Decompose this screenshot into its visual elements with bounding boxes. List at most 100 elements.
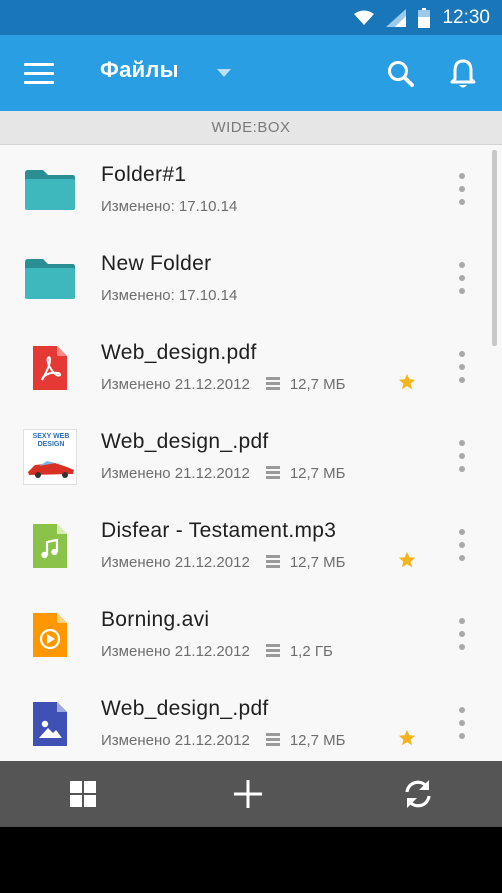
- search-icon[interactable]: [382, 55, 420, 93]
- more-dot: [459, 173, 465, 179]
- more-dot: [459, 466, 465, 472]
- file-name: Folder#1: [101, 163, 187, 186]
- more-dot: [459, 542, 465, 548]
- grid-view-icon[interactable]: [64, 775, 102, 813]
- system-navigation-area: [0, 827, 502, 893]
- thumbnail-text: SEXY WEB DESIGN: [32, 433, 70, 448]
- more-options-button[interactable]: [450, 616, 474, 652]
- storage-size-icon: [265, 644, 280, 657]
- more-options-button[interactable]: [450, 705, 474, 741]
- storage-size-icon: [265, 377, 280, 390]
- more-dot: [459, 186, 465, 192]
- file-name: Web_design.pdf: [101, 341, 257, 364]
- file-name: Web_design_.pdf: [101, 697, 269, 720]
- file-list: Folder#1 Изменено: 17.10.14 New Folder И…: [0, 145, 502, 761]
- file-size: 1,2 ГБ: [289, 642, 333, 660]
- image-file-icon: [22, 694, 78, 754]
- menu-icon-line: [24, 71, 54, 75]
- more-dot: [459, 644, 465, 650]
- more-dot: [459, 555, 465, 561]
- audio-file-icon: [22, 516, 78, 576]
- more-dot: [459, 733, 465, 739]
- file-name: Borning.avi: [101, 608, 210, 631]
- more-dot: [459, 262, 465, 268]
- more-dot: [459, 453, 465, 459]
- more-dot: [459, 440, 465, 446]
- folder-icon: [22, 160, 78, 220]
- file-row-borning-avi[interactable]: Borning.avi Изменено 21.12.2012 1,2 ГБ: [0, 590, 502, 679]
- sync-icon[interactable]: [399, 775, 437, 813]
- more-dot: [459, 199, 465, 205]
- file-row-disfear-mp3[interactable]: Disfear - Testament.mp3 Изменено 21.12.2…: [0, 501, 502, 590]
- file-modified: Изменено 21.12.2012: [101, 553, 250, 571]
- file-name: New Folder: [101, 252, 212, 275]
- more-dot: [459, 720, 465, 726]
- file-row-new-folder[interactable]: New Folder Изменено: 17.10.14: [0, 234, 502, 323]
- more-dot: [459, 351, 465, 357]
- more-dot: [459, 377, 465, 383]
- file-meta: Изменено 21.12.2012 1,2 ГБ: [101, 641, 333, 661]
- more-dot: [459, 364, 465, 370]
- file-name: Disfear - Testament.mp3: [101, 519, 337, 542]
- file-meta: Изменено 21.12.2012 12,7 МБ: [101, 730, 346, 750]
- file-size: 12,7 МБ: [289, 731, 346, 749]
- file-modified: Изменено: 17.10.14: [101, 286, 238, 304]
- dropdown-icon[interactable]: [212, 65, 236, 81]
- star-icon[interactable]: [398, 729, 416, 747]
- file-meta: Изменено 21.12.2012 12,7 МБ: [101, 463, 346, 483]
- file-name: Web_design_.pdf: [101, 430, 269, 453]
- more-options-button[interactable]: [450, 260, 474, 296]
- file-modified: Изменено 21.12.2012: [101, 731, 250, 749]
- file-meta: Изменено: 17.10.14: [101, 196, 237, 216]
- folder-icon: [22, 249, 78, 309]
- file-modified: Изменено 21.12.2012: [101, 642, 250, 660]
- more-options-button[interactable]: [450, 527, 474, 563]
- file-row-web-design-thumbnail[interactable]: SEXY WEB DESIGN Web_design_.pdf Изменено…: [0, 412, 502, 501]
- status-bar: 12:30: [0, 0, 502, 35]
- list-scrollbar[interactable]: [492, 150, 497, 346]
- menu-button[interactable]: [20, 55, 58, 91]
- file-row-web-design-image[interactable]: Web_design_.pdf Изменено 21.12.2012 12,7…: [0, 679, 502, 761]
- storage-size-icon: [265, 733, 280, 746]
- bell-icon[interactable]: [444, 55, 482, 93]
- file-row-web-design-pdf[interactable]: Web_design.pdf Изменено 21.12.2012 12,7 …: [0, 323, 502, 412]
- file-size: 12,7 МБ: [289, 375, 346, 393]
- pdf-file-icon: [22, 338, 78, 398]
- menu-icon-line: [24, 80, 54, 84]
- more-dot: [459, 288, 465, 294]
- wifi-icon: [354, 10, 375, 25]
- file-modified: Изменено: 17.10.14: [101, 197, 238, 215]
- more-options-button[interactable]: [450, 438, 474, 474]
- file-size: 12,7 МБ: [289, 553, 346, 571]
- more-dot: [459, 631, 465, 637]
- more-dot: [459, 529, 465, 535]
- book-cover-thumbnail: SEXY WEB DESIGN: [23, 429, 77, 485]
- storage-size-icon: [265, 466, 280, 479]
- storage-section-header: WIDE:BOX: [0, 111, 502, 145]
- bottom-toolbar: [0, 761, 502, 827]
- more-options-button[interactable]: [450, 349, 474, 385]
- app-title[interactable]: Файлы: [100, 57, 179, 83]
- more-dot: [459, 618, 465, 624]
- file-meta: Изменено: 17.10.14: [101, 285, 237, 305]
- star-icon[interactable]: [398, 373, 416, 391]
- star-icon[interactable]: [398, 551, 416, 569]
- file-row-folder-1[interactable]: Folder#1 Изменено: 17.10.14: [0, 145, 502, 234]
- video-file-icon: [22, 605, 78, 665]
- more-options-button[interactable]: [450, 171, 474, 207]
- menu-icon-line: [24, 62, 54, 66]
- file-meta: Изменено 21.12.2012 12,7 МБ: [101, 552, 346, 572]
- signal-icon: [386, 9, 407, 27]
- status-time: 12:30: [442, 7, 490, 28]
- battery-icon: [418, 8, 431, 28]
- app-bar: Файлы: [0, 35, 502, 111]
- status-icons: 12:30: [354, 7, 490, 29]
- add-icon[interactable]: [229, 775, 267, 813]
- file-meta: Изменено 21.12.2012 12,7 МБ: [101, 374, 346, 394]
- file-size: 12,7 МБ: [289, 464, 346, 482]
- storage-size-icon: [265, 555, 280, 568]
- file-thumbnail: SEXY WEB DESIGN: [22, 427, 78, 487]
- file-modified: Изменено 21.12.2012: [101, 464, 250, 482]
- file-modified: Изменено 21.12.2012: [101, 375, 250, 393]
- more-dot: [459, 707, 465, 713]
